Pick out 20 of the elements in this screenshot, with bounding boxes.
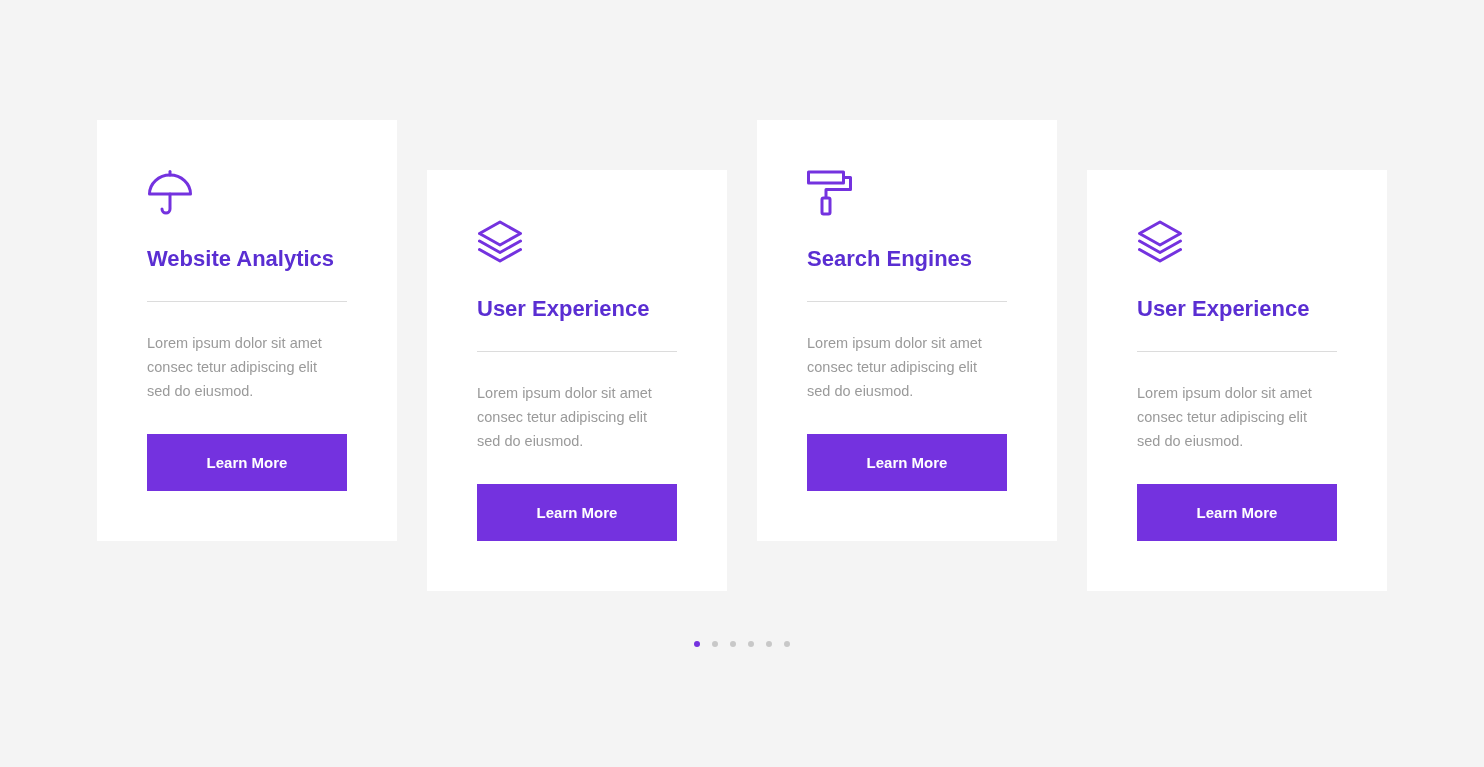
card-title: User Experience xyxy=(1137,296,1310,322)
card-description: Lorem ipsum dolor sit amet consec tetur adipiscing elit sed do eiusmod. xyxy=(807,334,983,401)
learn-more-button[interactable]: Learn More xyxy=(807,434,1007,491)
learn-more-button[interactable]: Learn More xyxy=(1137,484,1337,541)
pagination-dot-icon[interactable] xyxy=(712,641,718,647)
pagination-dot-icon[interactable] xyxy=(730,641,736,647)
pagination-dot-icon[interactable] xyxy=(784,641,790,647)
pagination-dot-icon[interactable] xyxy=(766,641,772,647)
card-title: User Experience xyxy=(477,296,650,322)
learn-more-button[interactable]: Learn More xyxy=(147,434,347,491)
learn-more-button[interactable]: Learn More xyxy=(477,484,677,541)
card-description: Lorem ipsum dolor sit amet consec tetur adipiscing elit sed do eiusmod. xyxy=(1137,384,1313,451)
umbrella-icon xyxy=(147,170,193,216)
pagination-dot-icon[interactable] xyxy=(694,641,700,647)
paint-roller-icon xyxy=(807,170,853,216)
card-title: Website Analytics xyxy=(147,246,335,272)
pagination-dot-icon[interactable] xyxy=(748,641,754,647)
card-title: Search Engines xyxy=(807,246,973,272)
card-description: Lorem ipsum dolor sit amet consec tetur adipiscing elit sed do eiusmod. xyxy=(147,334,323,401)
card-description: Lorem ipsum dolor sit amet consec tetur adipiscing elit sed do eiusmod. xyxy=(477,384,653,451)
